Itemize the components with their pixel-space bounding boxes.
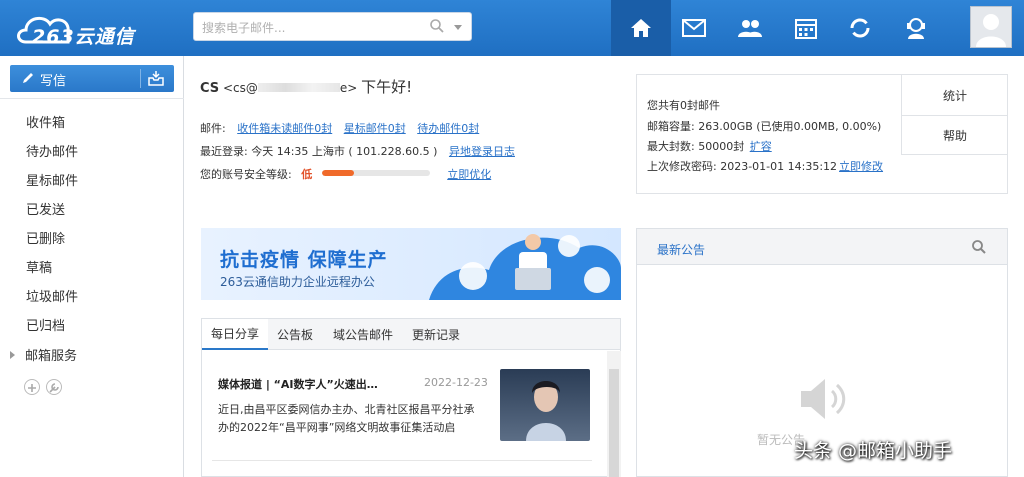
tab-domain-notice[interactable]: 域公告邮件: [322, 319, 404, 350]
mail-button[interactable]: [664, 0, 724, 56]
mail-services-toggle[interactable]: 邮箱服务: [10, 345, 77, 364]
security-level: 低: [301, 168, 313, 181]
search-icon[interactable]: [429, 18, 445, 34]
login-label: 最近登录: 今天 14:35 上海市 ( 101.228.60.5 ): [200, 145, 438, 158]
folder-archived[interactable]: 已归档: [26, 315, 65, 334]
speaker-icon: [801, 379, 846, 419]
contacts-icon: [738, 20, 762, 37]
hello-text: 下午好!: [361, 78, 413, 96]
top-bar: 263云通信 搜索电子邮件...: [0, 0, 1024, 56]
home-icon: [631, 19, 651, 37]
remote-login-log-link[interactable]: 异地登录日志: [449, 145, 515, 158]
help-button[interactable]: 帮助: [901, 115, 1008, 155]
logo[interactable]: 263云通信: [14, 8, 154, 48]
folder-todo[interactable]: 待办邮件: [26, 141, 78, 160]
folder-starred[interactable]: 星标邮件: [26, 170, 78, 189]
user-icon: [976, 14, 1006, 47]
settings-icon[interactable]: [46, 379, 62, 395]
banner-subtitle: 263云通信助力企业远程办公: [220, 275, 375, 289]
folder-drafts[interactable]: 草稿: [26, 257, 52, 276]
security-progress: [321, 170, 430, 176]
redacted-email: [257, 83, 340, 92]
calendar-button[interactable]: [776, 0, 836, 56]
user-email: <cs@: [222, 81, 258, 95]
pen-icon: [23, 73, 33, 83]
inbox-receive-icon[interactable]: [148, 70, 164, 86]
avatar[interactable]: [970, 6, 1012, 48]
news-body[interactable]: 近日,由昌平区委网信办主办、北青社区报昌平分社承办的2022年“昌平网事”网络文…: [218, 401, 483, 437]
user-email-tail: e>: [339, 81, 358, 95]
compose-label: 写信: [40, 74, 67, 89]
stats-panel: 您共有0封邮件 邮箱容量: 263.00GB (已使用0.00MB, 0.00%…: [636, 74, 1008, 194]
mail-icon: [682, 19, 706, 37]
logo-text: 263云通信: [32, 26, 135, 48]
divider: [140, 69, 141, 88]
tab-bulletin[interactable]: 公告板: [268, 319, 322, 350]
chevron-right-icon: [10, 351, 15, 359]
calendar-icon: [795, 19, 817, 39]
watermark: 头条 @邮箱小助手: [794, 440, 953, 462]
sidebar: 写信 收件箱 待办邮件 星标邮件 已发送 已删除 草稿 垃圾邮件 已归档 邮箱服…: [0, 56, 184, 477]
security-label: 您的账号安全等级:: [200, 168, 292, 181]
folder-spam[interactable]: 垃圾邮件: [26, 286, 78, 305]
compose-button[interactable]: 写信: [10, 65, 174, 92]
expand-link[interactable]: 扩容: [750, 140, 772, 153]
password-label: 上次修改密码: 2023-01-01 14:35:12: [647, 160, 838, 173]
optimize-link[interactable]: 立即优化: [447, 168, 491, 181]
support-icon: [907, 18, 925, 39]
news-thumbnail[interactable]: [500, 369, 590, 441]
support-button[interactable]: [886, 0, 946, 56]
tab-changelog[interactable]: 更新记录: [404, 319, 468, 350]
password-info: 上次修改密码: 2023-01-01 14:35:12 立即修改: [647, 158, 883, 174]
max-count: 最大封数: 50000封 扩容: [647, 138, 772, 154]
news-date: 2022-12-23: [424, 376, 488, 389]
search-input[interactable]: 搜索电子邮件...: [193, 12, 472, 41]
divider: [212, 460, 592, 461]
news-panel: 每日分享 公告板 域公告邮件 更新记录 媒体报道 | “AI数字人”火速出… 2…: [201, 318, 621, 477]
sync-button[interactable]: [830, 0, 890, 56]
banner-title: 抗击疫情 保障生产: [220, 249, 388, 271]
security-progress-fill: [321, 170, 355, 176]
news-title[interactable]: 媒体报道 | “AI数字人”火速出…: [218, 376, 378, 392]
folder-deleted[interactable]: 已删除: [26, 228, 65, 247]
contacts-button[interactable]: [720, 0, 780, 56]
search-placeholder: 搜索电子邮件...: [202, 21, 286, 35]
mail-label: 邮件:: [200, 122, 226, 135]
todo-link[interactable]: 待办邮件0封: [417, 122, 479, 135]
login-summary: 最近登录: 今天 14:35 上海市 ( 101.228.60.5 ) 异地登录…: [200, 143, 515, 159]
folder-sent[interactable]: 已发送: [26, 199, 65, 218]
scrollbar-thumb[interactable]: [609, 369, 619, 477]
mail-summary: 邮件: 收件箱未读邮件0封 星标邮件0封 待办邮件0封: [200, 120, 479, 136]
tab-bar: 每日分享 公告板 域公告邮件 更新记录: [202, 319, 620, 350]
notice-title: 最新公告: [657, 243, 706, 257]
change-password-link[interactable]: 立即修改: [839, 160, 883, 173]
user-name: CS: [200, 81, 220, 96]
scrollbar[interactable]: [607, 351, 621, 477]
search-icon[interactable]: [971, 239, 987, 255]
chevron-down-icon[interactable]: [454, 25, 462, 30]
max-count-label: 最大封数: 50000封: [647, 140, 745, 153]
remote-work-illustration: [429, 234, 621, 300]
folder-inbox[interactable]: 收件箱: [26, 112, 65, 131]
greeting: CS <cs@ e> 下午好!: [200, 76, 412, 97]
capacity: 邮箱容量: 263.00GB (已使用0.00MB, 0.00%): [647, 120, 882, 133]
promo-banner[interactable]: 抗击疫情 保障生产 263云通信助力企业远程办公: [201, 228, 621, 300]
sync-icon: [850, 18, 870, 38]
unread-link[interactable]: 收件箱未读邮件0封: [237, 122, 332, 135]
divider: [0, 98, 184, 99]
tab-daily-share[interactable]: 每日分享: [202, 319, 268, 350]
notice-header: 最新公告: [637, 229, 1007, 265]
mail-services-label: 邮箱服务: [25, 349, 78, 364]
starred-link[interactable]: 星标邮件0封: [344, 122, 406, 135]
stats-button[interactable]: 统计: [901, 75, 1008, 115]
total-mails: 您共有0封邮件: [647, 99, 720, 112]
security-summary: 您的账号安全等级: 低 立即优化: [200, 166, 491, 182]
add-folder-icon[interactable]: [24, 379, 40, 395]
home-button[interactable]: [611, 0, 671, 56]
